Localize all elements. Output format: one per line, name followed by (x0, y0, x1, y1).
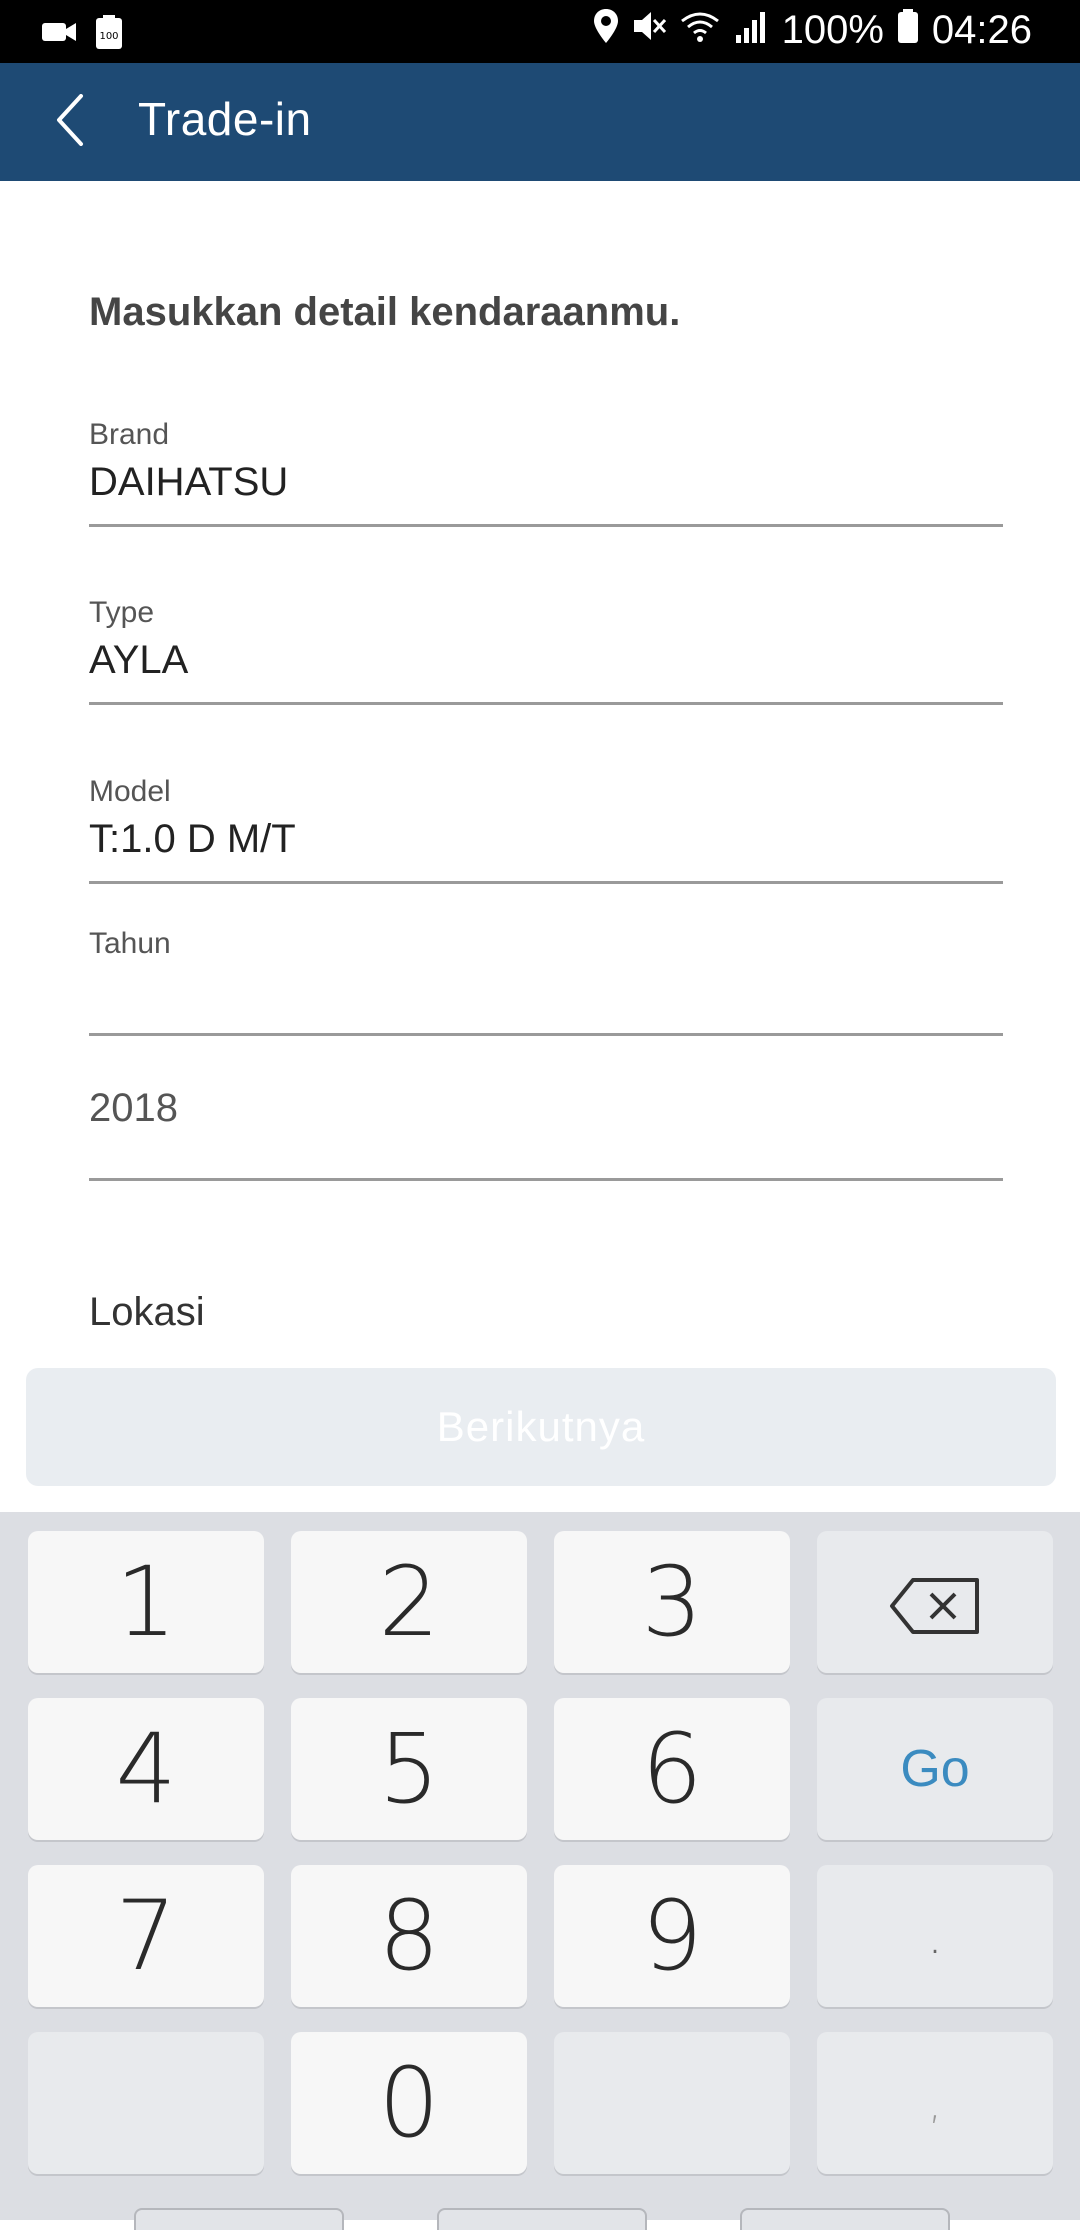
brand-label: Brand (89, 418, 170, 451)
nav-bar-stub-left (134, 2208, 344, 2230)
next-button[interactable]: Berikutnya (26, 1368, 1056, 1486)
page-title: Trade-in (138, 93, 312, 145)
key-7[interactable]: 7 (28, 1865, 264, 2007)
type-value: AYLA (89, 638, 189, 682)
period-key[interactable]: . (817, 1865, 1053, 2007)
location-icon (593, 8, 618, 53)
next-button-label: Berikutnya (436, 1403, 646, 1450)
model-label: Model (89, 775, 171, 808)
svg-text:100: 100 (99, 31, 118, 42)
status-bar: 100 100% 04:26 (0, 0, 1080, 63)
nav-bar-stub-right (740, 2208, 950, 2230)
key-1[interactable]: 1 (28, 1531, 264, 1673)
back-button[interactable] (40, 89, 100, 155)
comma-key[interactable]: , (817, 2032, 1053, 2174)
year-input-value: 2018 (89, 1086, 178, 1130)
type-label: Type (89, 596, 155, 629)
backspace-icon (889, 1546, 981, 1658)
key-9[interactable]: 9 (554, 1865, 790, 2007)
brand-value: DAIHATSU (89, 460, 289, 504)
video-camera-icon (42, 19, 76, 50)
key-6[interactable]: 6 (554, 1698, 790, 1840)
backspace-key[interactable] (817, 1531, 1053, 1673)
key-3[interactable]: 3 (554, 1531, 790, 1673)
key-4[interactable]: 4 (28, 1698, 264, 1840)
battery-100-icon: 100 (96, 15, 122, 54)
chevron-left-icon (55, 93, 85, 151)
app-bar: Trade-in (0, 63, 1080, 181)
wifi-icon (680, 8, 720, 53)
go-key[interactable]: Go (817, 1698, 1053, 1840)
brand-field[interactable]: Brand DAIHATSU (89, 418, 1003, 527)
key-2[interactable]: 2 (291, 1531, 527, 1673)
type-field[interactable]: Type AYLA (89, 596, 1003, 705)
signal-icon (734, 8, 768, 53)
model-value: T:1.0 D M/T (89, 817, 296, 861)
tahun-label: Tahun (89, 927, 171, 960)
key-5[interactable]: 5 (291, 1698, 527, 1840)
nav-bar-stub-middle (437, 2208, 647, 2230)
blank-key-left[interactable] (28, 2032, 264, 2174)
numeric-keyboard: 1 2 3 4 5 6 Go 7 8 9 . 0 , (0, 1512, 1080, 2220)
mute-icon (632, 8, 666, 53)
key-8[interactable]: 8 (291, 1865, 527, 2007)
clock: 04:26 (931, 8, 1032, 52)
model-field[interactable]: Model T:1.0 D M/T (89, 775, 1003, 884)
year-input[interactable]: 2018 (89, 1082, 1003, 1181)
lokasi-label: Lokasi (89, 1290, 205, 1334)
key-0[interactable]: 0 (291, 2032, 527, 2174)
form-heading: Masukkan detail kendaraanmu. (89, 290, 681, 334)
tahun-field[interactable]: Tahun (89, 927, 1003, 1036)
blank-key-middle[interactable] (554, 2032, 790, 2174)
battery-percent: 100% (781, 8, 884, 52)
battery-icon (897, 8, 918, 53)
